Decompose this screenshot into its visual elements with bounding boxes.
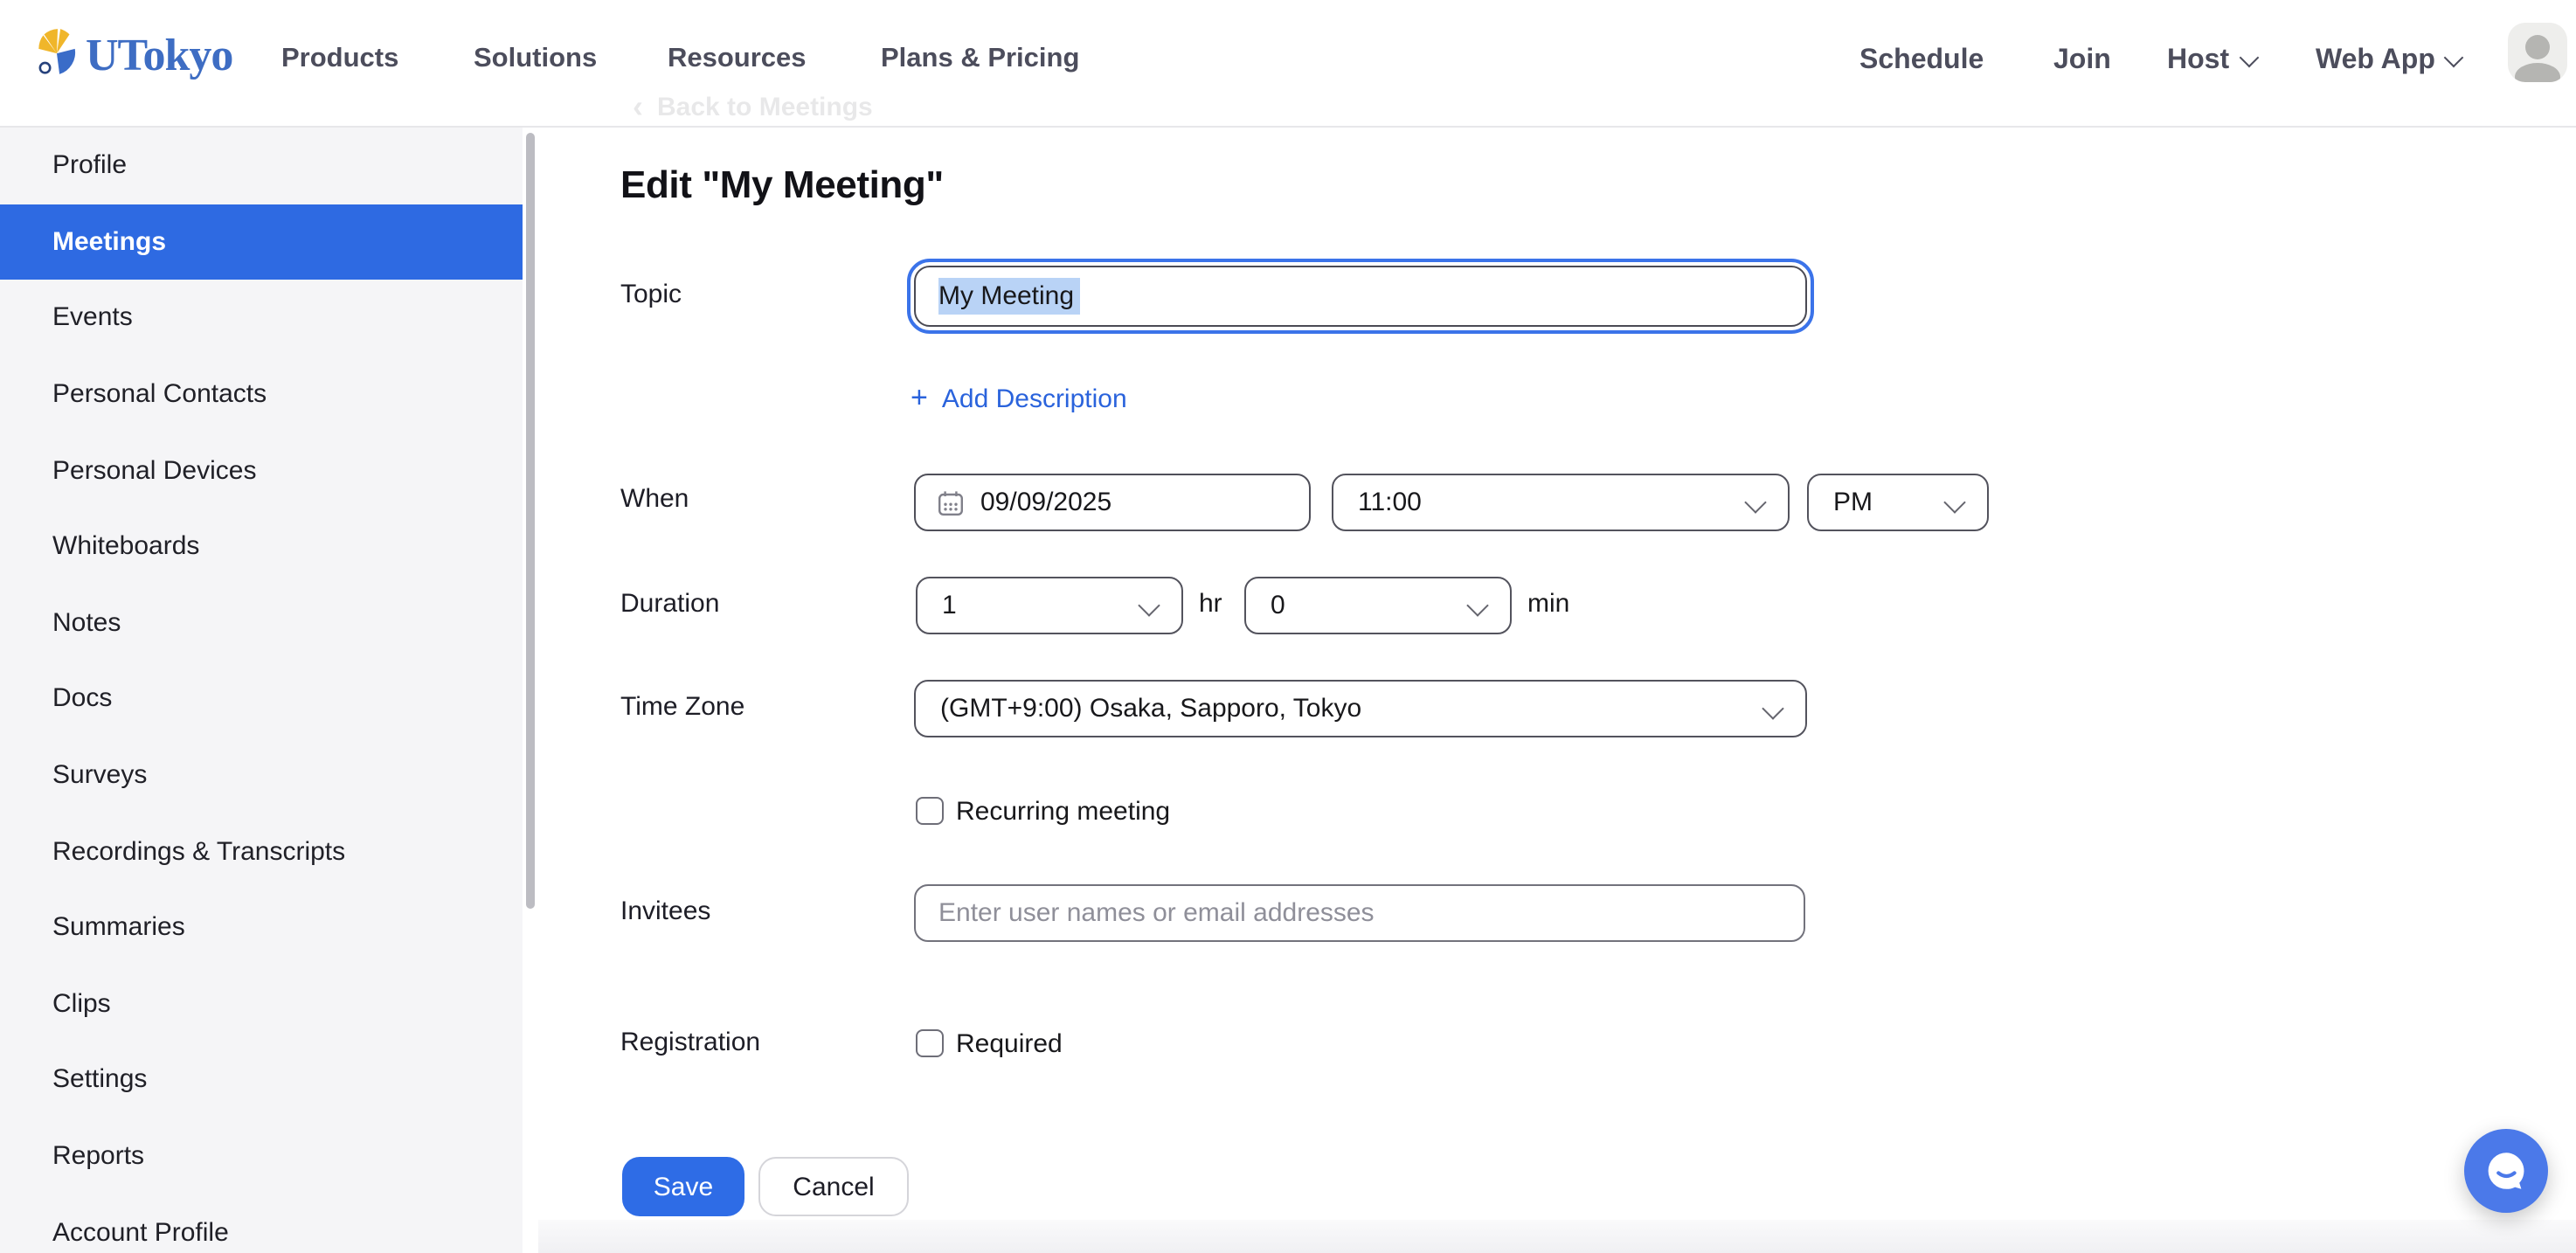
topic-input[interactable]: My Meeting bbox=[914, 266, 1807, 327]
plus-icon: + bbox=[911, 381, 928, 416]
chevron-down-icon bbox=[1762, 697, 1783, 719]
chevron-down-icon bbox=[2239, 48, 2259, 68]
timezone-value: (GMT+9:00) Osaka, Sapporo, Tokyo bbox=[940, 694, 1361, 723]
support-chat-button[interactable] bbox=[2464, 1129, 2548, 1213]
sidebar-item-whiteboards[interactable]: Whiteboards bbox=[0, 509, 523, 585]
top-header: UTokyo Products Solutions Resources Plan… bbox=[0, 0, 2576, 128]
registration-required-label: Required bbox=[956, 1031, 1063, 1059]
sidebar-item-personal-devices[interactable]: Personal Devices bbox=[0, 433, 523, 509]
registration-label: Registration bbox=[620, 1029, 760, 1057]
chevron-down-icon bbox=[1138, 594, 1160, 616]
recurring-meeting-checkbox[interactable] bbox=[916, 797, 944, 825]
meridiem-value: PM bbox=[1833, 488, 1873, 517]
invitees-label: Invitees bbox=[620, 898, 710, 926]
sidebar-scrollbar[interactable] bbox=[526, 133, 535, 909]
timezone-label: Time Zone bbox=[620, 694, 744, 722]
topic-value-selected: My Meeting bbox=[938, 278, 1079, 315]
sidebar-nav: Profile Meetings Events Personal Contact… bbox=[0, 128, 523, 1253]
duration-min-value: 0 bbox=[1271, 591, 1285, 620]
sidebar-item-settings[interactable]: Settings bbox=[0, 1042, 523, 1118]
date-value: 09/09/2025 bbox=[980, 488, 1111, 517]
nav-plans-pricing[interactable]: Plans & Pricing bbox=[881, 42, 1079, 77]
sidebar-item-recordings-transcripts[interactable]: Recordings & Transcripts bbox=[0, 813, 523, 890]
hr-unit-label: hr bbox=[1199, 591, 1222, 619]
start-time-select[interactable]: 11:00 bbox=[1332, 474, 1790, 531]
min-unit-label: min bbox=[1527, 591, 1569, 619]
page-footer-strip bbox=[523, 1220, 2576, 1253]
page: UTokyo Products Solutions Resources Plan… bbox=[0, 0, 2576, 1253]
sidebar-item-surveys[interactable]: Surveys bbox=[0, 737, 523, 813]
sidebar-item-notes[interactable]: Notes bbox=[0, 585, 523, 661]
sidebar-item-events[interactable]: Events bbox=[0, 280, 523, 356]
registration-required-checkbox[interactable] bbox=[916, 1029, 944, 1057]
invitees-input[interactable] bbox=[914, 884, 1805, 942]
nav-web-app[interactable]: Web App bbox=[2316, 44, 2462, 79]
chevron-down-icon bbox=[2445, 48, 2465, 68]
person-icon bbox=[2525, 35, 2550, 59]
chevron-left-icon: ‹ bbox=[633, 89, 643, 126]
duration-hr-value: 1 bbox=[942, 591, 957, 620]
user-avatar[interactable] bbox=[2508, 23, 2567, 82]
timezone-select[interactable]: (GMT+9:00) Osaka, Sapporo, Tokyo bbox=[914, 680, 1807, 737]
logo-text: UTokyo bbox=[86, 30, 232, 82]
cancel-button[interactable]: Cancel bbox=[758, 1157, 909, 1216]
page-title: Edit "My Meeting" bbox=[620, 163, 944, 208]
add-description-link[interactable]: + Add Description bbox=[911, 383, 1127, 416]
chevron-down-icon bbox=[1943, 491, 1965, 513]
when-label: When bbox=[620, 486, 689, 514]
nav-resources[interactable]: Resources bbox=[668, 42, 807, 77]
ginkgo-leaf-icon bbox=[37, 26, 77, 86]
calendar-icon bbox=[937, 488, 965, 516]
chevron-down-icon bbox=[1466, 594, 1488, 616]
nav-products[interactable]: Products bbox=[281, 42, 398, 77]
sidebar-item-summaries[interactable]: Summaries bbox=[0, 890, 523, 966]
back-to-meetings-link[interactable]: ‹ Back to Meetings bbox=[633, 89, 873, 126]
time-value: 11:00 bbox=[1358, 488, 1422, 517]
sidebar-item-profile[interactable]: Profile bbox=[0, 128, 523, 204]
topic-label: Topic bbox=[620, 281, 682, 309]
chevron-down-icon bbox=[1744, 491, 1766, 513]
utokyo-logo[interactable]: UTokyo bbox=[37, 26, 232, 86]
save-button[interactable]: Save bbox=[622, 1157, 744, 1216]
recurring-meeting-label: Recurring meeting bbox=[956, 799, 1170, 827]
duration-hr-select[interactable]: 1 bbox=[916, 577, 1183, 634]
sidebar-item-reports[interactable]: Reports bbox=[0, 1118, 523, 1194]
nav-solutions[interactable]: Solutions bbox=[474, 42, 597, 77]
sidebar-item-clips[interactable]: Clips bbox=[0, 966, 523, 1042]
nav-join[interactable]: Join bbox=[2053, 44, 2111, 79]
meridiem-select[interactable]: PM bbox=[1807, 474, 1989, 531]
duration-min-select[interactable]: 0 bbox=[1244, 577, 1512, 634]
sidebar-item-personal-contacts[interactable]: Personal Contacts bbox=[0, 357, 523, 433]
chat-bubble-icon bbox=[2483, 1147, 2530, 1194]
sidebar-item-account-profile[interactable]: Account Profile bbox=[0, 1194, 523, 1253]
nav-schedule[interactable]: Schedule bbox=[1859, 44, 1984, 79]
nav-host[interactable]: Host bbox=[2167, 44, 2255, 79]
duration-label: Duration bbox=[620, 591, 719, 619]
date-picker[interactable]: 09/09/2025 bbox=[914, 474, 1311, 531]
sidebar-item-docs[interactable]: Docs bbox=[0, 661, 523, 737]
sidebar-item-meetings[interactable]: Meetings bbox=[0, 204, 523, 280]
